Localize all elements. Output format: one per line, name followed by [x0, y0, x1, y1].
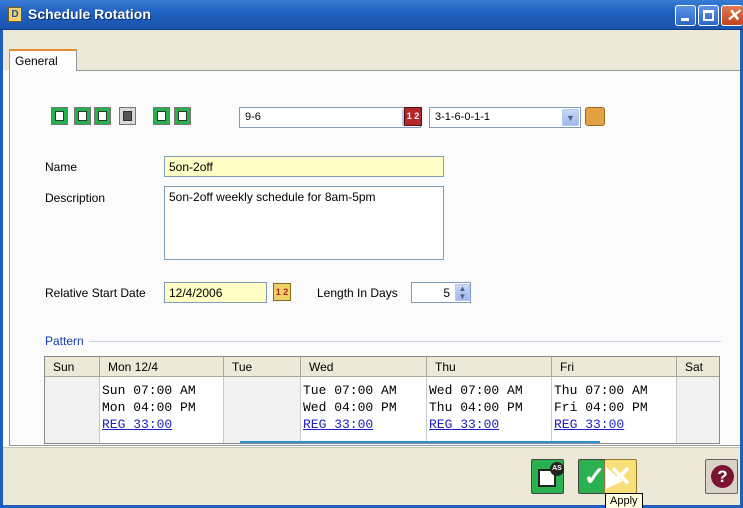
- help-button[interactable]: ?: [705, 459, 738, 494]
- paste-icon[interactable]: [94, 107, 111, 125]
- calendar-icon[interactable]: 1 2: [273, 283, 291, 301]
- column-header[interactable]: Sat: [677, 357, 719, 377]
- cell-times: Sun 07:00 AM Mon 04:00 PM: [102, 383, 196, 415]
- grid-cell[interactable]: [224, 377, 301, 443]
- shift-select-value: 9-6: [245, 111, 261, 123]
- copy-icon[interactable]: [74, 107, 91, 125]
- close-button[interactable]: ✕: [721, 5, 743, 26]
- shift-select[interactable]: 9-6 ▼: [239, 107, 421, 128]
- description-field[interactable]: 5on-2off weekly schedule for 8am-5pm: [164, 186, 444, 260]
- cell-reg: REG 33:00: [102, 417, 173, 432]
- trash-icon[interactable]: [119, 107, 136, 125]
- grid-cell[interactable]: Wed 07:00 AM Thu 04:00 PM REG 33:00: [427, 377, 552, 443]
- close-icon: ✕: [726, 6, 741, 25]
- description-label: Description: [45, 191, 106, 205]
- column-header[interactable]: Wed: [301, 357, 427, 377]
- column-header[interactable]: Mon 12/4: [100, 357, 224, 377]
- app-icon: D: [8, 7, 22, 22]
- tab-general[interactable]: General: [9, 49, 77, 71]
- help-icon: ?: [711, 465, 734, 488]
- chevron-down-icon[interactable]: ▼: [562, 109, 579, 126]
- generate-pattern-icon[interactable]: [585, 107, 605, 126]
- grid-cell[interactable]: [45, 377, 100, 443]
- tab-strip: [3, 30, 740, 70]
- window-title: Schedule Rotation: [28, 6, 151, 22]
- insert-shift-icon[interactable]: [153, 107, 170, 125]
- column-header[interactable]: Tue: [224, 357, 301, 377]
- cell-reg: REG 33:00: [429, 417, 500, 432]
- cell-times: Tue 07:00 AM Wed 04:00 PM: [303, 383, 397, 415]
- minimize-button[interactable]: [675, 5, 696, 26]
- maximize-button[interactable]: [698, 5, 719, 26]
- grid-cell[interactable]: Thu 07:00 AM Fri 04:00 PM REG 33:00: [552, 377, 677, 443]
- insert-blank-icon[interactable]: [174, 107, 191, 125]
- cell-times: Thu 07:00 AM Fri 04:00 PM: [554, 383, 648, 415]
- calendar-icon[interactable]: 1 2: [404, 107, 422, 126]
- pattern-group-line: [45, 341, 721, 342]
- minimize-icon: [681, 18, 689, 21]
- save-as-badge: AS: [550, 462, 564, 476]
- start-date-label: Relative Start Date: [45, 286, 146, 300]
- name-label: Name: [45, 160, 78, 174]
- cut-icon[interactable]: [51, 107, 68, 125]
- name-field[interactable]: 5on-2off: [164, 156, 444, 177]
- column-header[interactable]: Thu: [427, 357, 552, 377]
- selection-bar: [240, 441, 600, 443]
- start-date-field[interactable]: 12/4/2006: [164, 282, 267, 303]
- cell-times: Wed 07:00 AM Thu 04:00 PM: [429, 383, 523, 415]
- spinner-icon[interactable]: ▲ ▼: [455, 284, 470, 301]
- maximize-icon: [703, 10, 714, 21]
- pattern-grid[interactable]: Sun Mon 12/4 Tue Wed Thu Fri Sat Sun 07:…: [44, 356, 720, 444]
- cell-reg: REG 33:00: [303, 417, 374, 432]
- pattern-select[interactable]: 3-1-6-0-1-1 ▼: [429, 107, 581, 128]
- save-as-button[interactable]: AS: [531, 459, 564, 494]
- cell-reg: REG 33:00: [554, 417, 625, 432]
- pattern-select-value: 3-1-6-0-1-1: [435, 111, 491, 123]
- window-frame-left: [0, 30, 3, 508]
- column-header[interactable]: Sun: [45, 357, 100, 377]
- grid-cell[interactable]: [677, 377, 719, 443]
- column-header[interactable]: Fri: [552, 357, 677, 377]
- length-label: Length In Days: [317, 286, 398, 300]
- grid-cell[interactable]: Sun 07:00 AM Mon 04:00 PM REG 33:00: [100, 377, 224, 443]
- pattern-group-label: Pattern: [45, 334, 89, 348]
- apply-tooltip: Apply: [605, 493, 643, 508]
- title-bar[interactable]: D Schedule Rotation ✕: [0, 0, 743, 30]
- grid-cell[interactable]: Tue 07:00 AM Wed 04:00 PM REG 33:00: [301, 377, 427, 443]
